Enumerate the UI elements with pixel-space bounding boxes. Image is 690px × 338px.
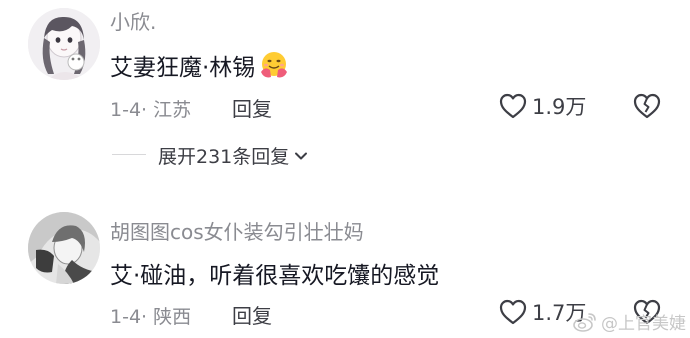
broken-heart-icon — [633, 93, 661, 119]
avatar[interactable] — [28, 8, 100, 80]
comment-content: 艾·碰油，听着很喜欢吃馕的感觉 — [110, 256, 439, 290]
heart-icon — [499, 93, 527, 119]
expand-replies-label: 展开231条回复 — [158, 146, 290, 168]
comment-content: 艾妻狂魔·林锡 — [110, 48, 289, 82]
avatar-image — [28, 212, 100, 284]
watermark: @上官美婕 — [573, 309, 686, 334]
reply-button[interactable]: 回复 — [232, 93, 272, 122]
comment-text: 艾·碰油，听着很喜欢吃馕的感觉 — [110, 263, 440, 289]
comment-meta: 1-4· 江苏 — [110, 99, 192, 121]
expand-replies-button[interactable]: 展开231条回复 — [158, 142, 309, 169]
comment-text: 艾妻狂魔·林锡 — [110, 55, 256, 81]
reply-button[interactable]: 回复 — [232, 300, 272, 329]
comment-date: 1-4 — [110, 306, 142, 328]
avatar[interactable] — [28, 212, 100, 284]
hugging-face-emoji-icon — [261, 52, 288, 78]
comment-username[interactable]: 胡图图cos女仆装勾引壮壮妈 — [110, 216, 364, 245]
comment-username[interactable]: 小欣. — [110, 6, 156, 35]
dislike-button[interactable] — [632, 91, 662, 121]
watermark-text: @上官美婕 — [601, 314, 686, 334]
comment-date: 1-4 — [110, 99, 142, 121]
comment-meta: 1-4· 陕西 — [110, 306, 192, 328]
like-count: 1.9万 — [532, 95, 587, 119]
comment-location: 江苏 — [153, 99, 192, 121]
expand-divider — [112, 154, 146, 155]
chevron-down-icon — [295, 152, 308, 159]
avatar-image — [28, 8, 100, 80]
comment-location: 陕西 — [153, 306, 192, 328]
like-button[interactable]: 1.9万 — [498, 91, 586, 121]
weibo-logo-icon — [573, 312, 596, 332]
heart-icon — [499, 299, 527, 325]
